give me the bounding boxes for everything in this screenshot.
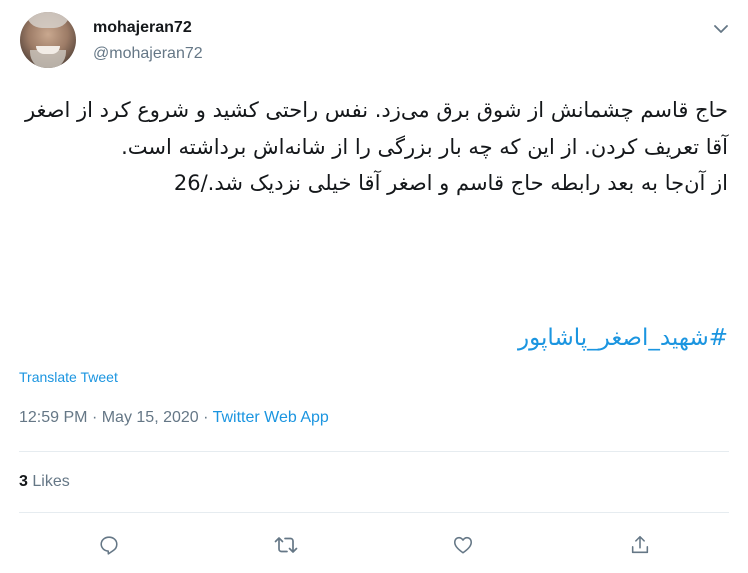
chevron-down-icon[interactable] xyxy=(711,19,731,39)
tweet-text: حاج قاسم چشمانش از شوق برق می‌زد. نفس را… xyxy=(24,98,728,195)
likes-count: 3 xyxy=(19,473,28,490)
hashtag-link[interactable]: #شهید_اصغر_پاشاپور xyxy=(518,325,728,351)
share-button[interactable] xyxy=(627,532,653,558)
tweet-meta: 12:59 PM · May 15, 2020 · Twitter Web Ap… xyxy=(19,409,329,427)
tweet-date[interactable]: May 15, 2020 xyxy=(102,409,199,426)
retweet-icon xyxy=(274,537,298,553)
reply-icon xyxy=(100,536,118,555)
divider xyxy=(19,512,729,513)
meta-separator: · xyxy=(203,409,209,426)
tweet-source-link[interactable]: Twitter Web App xyxy=(213,409,329,426)
like-button[interactable] xyxy=(450,532,476,558)
translate-tweet-link[interactable]: Translate Tweet xyxy=(19,369,118,385)
avatar-hair xyxy=(26,12,70,28)
heart-icon xyxy=(453,536,473,554)
share-icon xyxy=(631,535,649,554)
tweet-time[interactable]: 12:59 PM xyxy=(19,409,87,426)
meta-separator: · xyxy=(91,409,98,426)
user-handle[interactable]: @mohajeran72 xyxy=(93,45,203,63)
reply-button[interactable] xyxy=(96,532,122,558)
likes-label: Likes xyxy=(32,473,70,490)
likes-stat[interactable]: 3 Likes xyxy=(19,473,70,491)
retweet-button[interactable] xyxy=(273,532,299,558)
avatar[interactable] xyxy=(20,12,76,68)
display-name[interactable]: mohajeran72 xyxy=(93,19,192,37)
divider xyxy=(19,451,729,452)
